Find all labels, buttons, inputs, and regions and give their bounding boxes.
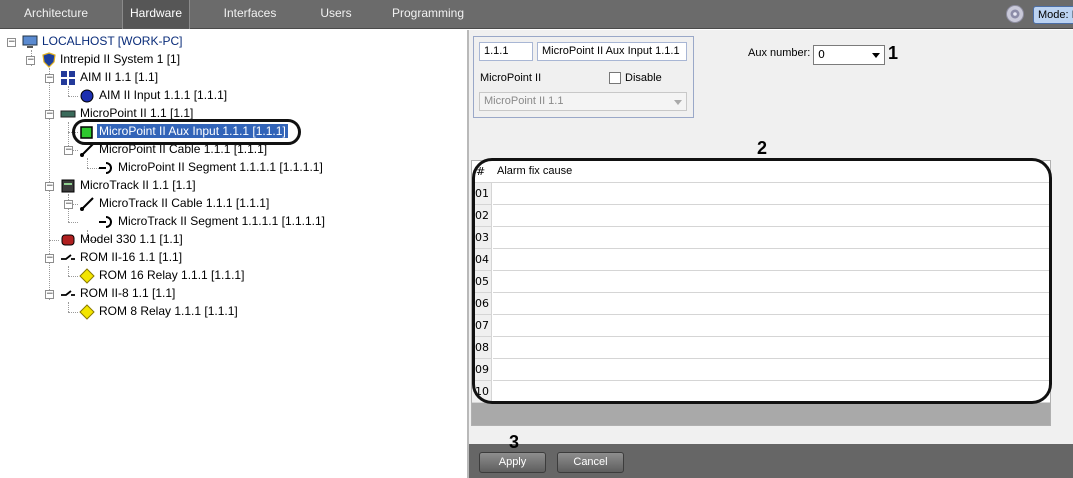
top-tab-bar: Architecture Hardware Interfaces Users P… (0, 0, 1073, 29)
computer-icon (22, 34, 38, 50)
expand-toggle[interactable]: − (45, 74, 54, 83)
expand-toggle[interactable]: − (45, 182, 54, 191)
tab-users[interactable]: Users (310, 0, 362, 29)
parent-select[interactable]: MicroPoint II 1.1 (479, 92, 687, 111)
segment-icon (98, 214, 114, 230)
tree-item-mt-cable[interactable]: MicroTrack II Cable 1.1.1 [1.1.1] (99, 196, 269, 210)
aim-module-icon (60, 70, 76, 86)
expand-toggle[interactable]: − (26, 56, 35, 65)
cancel-button[interactable]: Cancel (557, 452, 624, 473)
tree-item-model330[interactable]: Model 330 1.1 [1.1] (80, 232, 183, 246)
expand-toggle[interactable]: − (45, 110, 54, 119)
tree-item-aim[interactable]: AIM II 1.1 [1.1] (80, 70, 158, 84)
parent-select-value: MicroPoint II 1.1 (484, 95, 564, 107)
callout-outline-table (472, 158, 1052, 404)
expand-toggle[interactable]: − (64, 200, 73, 209)
object-properties-box: 1.1.1 MicroPoint II Aux Input 1.1.1 Micr… (473, 36, 694, 118)
tab-architecture[interactable]: Architecture (14, 0, 98, 29)
model330-icon (60, 232, 76, 248)
gear-icon[interactable] (1006, 5, 1024, 23)
aux-number-label: Aux number: (748, 47, 811, 59)
apply-button[interactable]: Apply (479, 452, 546, 473)
tree-item-mp-segment[interactable]: MicroPoint II Segment 1.1.1.1 [1.1.1.1] (118, 160, 323, 174)
chevron-down-icon (872, 53, 880, 58)
tree-item-aim-input[interactable]: AIM II Input 1.1.1 [1.1.1] (99, 88, 227, 102)
aux-number-value: 0 (818, 48, 825, 61)
chevron-down-icon (674, 100, 682, 105)
tab-programming[interactable]: Programming (388, 0, 468, 29)
expand-toggle[interactable]: − (7, 38, 16, 47)
tree-item-mt-segment[interactable]: MicroTrack II Segment 1.1.1.1 [1.1.1.1] (118, 214, 325, 228)
microtrack-device-icon (60, 178, 76, 194)
expand-toggle[interactable]: − (45, 254, 54, 263)
tree-item-rom8-relay[interactable]: ROM 8 Relay 1.1.1 [1.1.1] (99, 304, 238, 318)
tree-item-microtrack[interactable]: MicroTrack II 1.1 [1.1] (80, 178, 196, 192)
tree-item-system[interactable]: Intrepid II System 1 [1] (60, 52, 180, 66)
object-name-field[interactable]: MicroPoint II Aux Input 1.1.1 (537, 42, 687, 61)
tree-item-rom8[interactable]: ROM II-8 1.1 [1.1] (80, 286, 175, 300)
tree-item-rom16-relay[interactable]: ROM 16 Relay 1.1.1 [1.1.1] (99, 268, 244, 282)
tab-interfaces[interactable]: Interfaces (216, 0, 284, 29)
tree-item-micropoint[interactable]: MicroPoint II 1.1 [1.1] (80, 106, 193, 120)
object-id-field[interactable]: 1.1.1 (479, 42, 533, 61)
expand-toggle[interactable]: − (45, 290, 54, 299)
callout-outline-selected-item (72, 119, 301, 145)
cable-icon (79, 196, 95, 212)
tab-hardware[interactable]: Hardware (122, 0, 190, 29)
micropoint-device-icon (60, 106, 76, 122)
tree-root-label[interactable]: LOCALHOST [WORK-PC] (42, 34, 182, 48)
hardware-tree: − LOCALHOST [WORK-PC] − Intrepid II Syst… (0, 30, 467, 478)
table-empty-area (472, 403, 1050, 425)
callout-2: 2 (757, 138, 768, 158)
disable-label: Disable (625, 72, 662, 84)
button-bar: Apply Cancel (469, 444, 1073, 478)
tree-item-rom16[interactable]: ROM II-16 1.1 [1.1] (80, 250, 182, 264)
mode-indicator[interactable]: Mode: I (1033, 6, 1073, 24)
parent-label: MicroPoint II (480, 72, 542, 84)
aux-number-select[interactable]: 0 (813, 45, 885, 65)
shield-icon (41, 52, 57, 68)
relay-diamond-icon (79, 268, 95, 284)
relay-module-icon (60, 286, 76, 302)
callout-3: 3 (509, 432, 520, 452)
disable-checkbox[interactable] (609, 72, 621, 84)
segment-icon (98, 160, 114, 176)
callout-1: 1 (888, 43, 899, 63)
relay-module-icon (60, 250, 76, 266)
relay-diamond-icon (79, 304, 95, 320)
expand-toggle[interactable]: − (64, 146, 73, 155)
input-circle-icon (79, 88, 95, 104)
